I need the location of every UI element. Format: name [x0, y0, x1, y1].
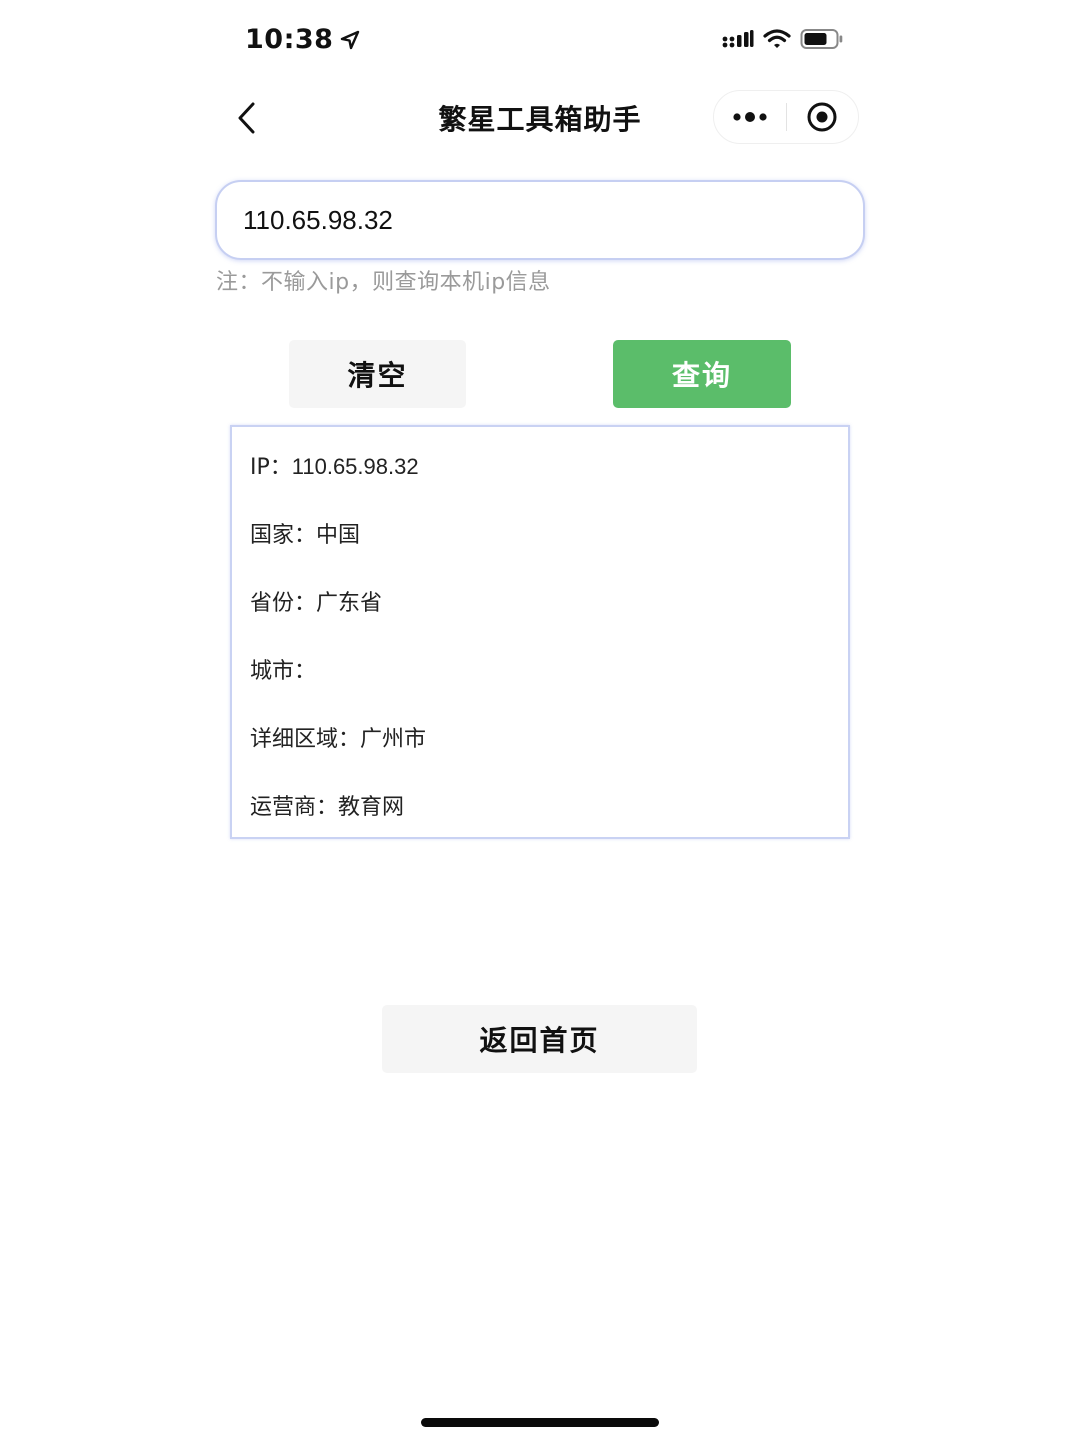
ip-input[interactable] [215, 180, 865, 260]
back-home-button[interactable]: 返回首页 [382, 1005, 697, 1073]
more-dots-icon [733, 112, 767, 122]
page-title: 繁星工具箱助手 [438, 103, 642, 136]
wifi-icon [763, 29, 791, 48]
result-value: 110.65.98.32 [291, 454, 419, 479]
query-button[interactable]: 查询 [613, 340, 791, 408]
status-bar-time: 10:38 [245, 24, 361, 55]
result-row-ip: IP：110.65.98.32 [250, 449, 419, 481]
result-row-district: 详细区域：广州市 [250, 721, 426, 753]
clear-button[interactable]: 清空 [289, 340, 466, 408]
chevron-left-icon [238, 102, 255, 134]
mini-program-capsule [713, 90, 859, 144]
battery-icon [800, 29, 843, 49]
result-value: 中国 [316, 523, 361, 548]
result-label: 运营商： [250, 795, 339, 820]
status-time-text: 10:38 [245, 24, 334, 55]
result-value: 教育网 [338, 795, 405, 820]
home-indicator[interactable] [421, 1418, 659, 1427]
more-button[interactable] [714, 91, 786, 143]
result-row-province: 省份：广东省 [250, 585, 382, 617]
input-note: 注：不输入ip，则查询本机ip信息 [216, 270, 551, 295]
result-row-country: 国家：中国 [250, 517, 360, 549]
result-row-isp: 运营商：教育网 [250, 789, 404, 821]
result-value: 广州市 [360, 727, 427, 752]
close-mini-program-button[interactable] [787, 91, 859, 143]
status-bar-icons [722, 28, 844, 50]
location-arrow-icon [341, 30, 360, 49]
result-label: 国家： [250, 523, 317, 548]
result-row-city: 城市： [250, 653, 316, 685]
result-label: 省份： [250, 591, 317, 616]
result-value: 广东省 [316, 591, 383, 616]
result-label: IP： [250, 455, 292, 480]
target-circle-icon [807, 102, 837, 132]
cellular-signal-icon [722, 30, 754, 48]
result-label: 详细区域： [250, 727, 361, 752]
result-label: 城市： [250, 659, 317, 684]
result-panel: IP：110.65.98.32 国家：中国 省份：广东省 城市： 详细区域：广州… [230, 425, 850, 839]
back-button[interactable] [226, 96, 266, 140]
